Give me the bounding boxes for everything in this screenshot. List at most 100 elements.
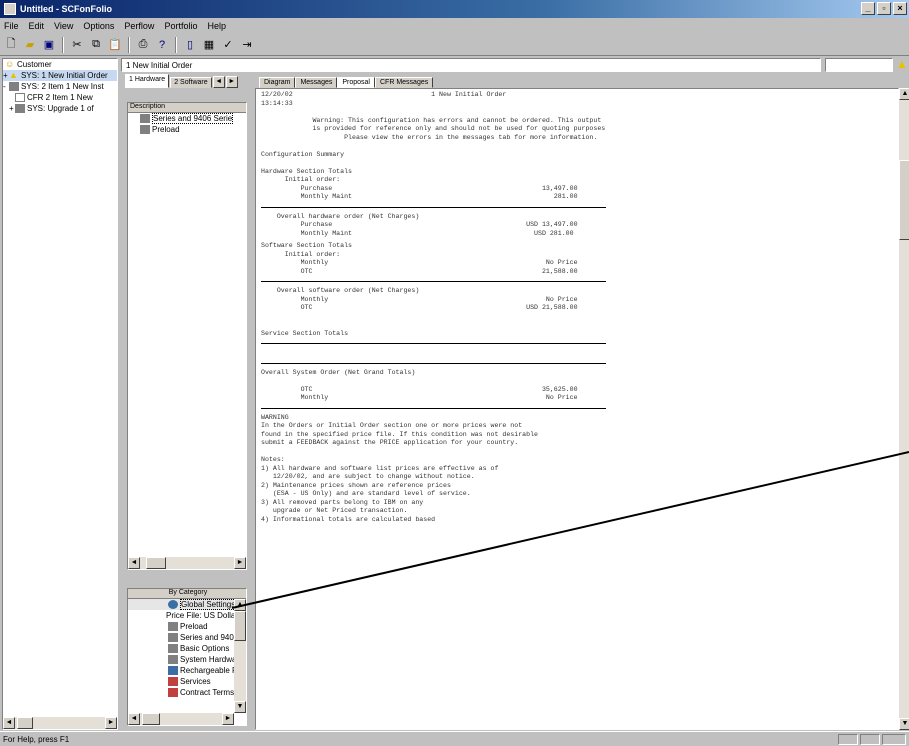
close-button[interactable]: × [893,2,907,15]
copy-icon[interactable]: ⧉ [88,37,104,53]
category-item-global-settings[interactable]: Global Settings [128,599,246,610]
hardware-icon [168,655,178,664]
scroll-track [140,713,222,725]
selection-path: 1 New Initial Order [121,58,821,72]
menu-portfolio[interactable]: Portfolio [164,21,197,31]
menu-options[interactable]: Options [83,21,114,31]
checkmark-icon[interactable]: ✓ [220,37,236,53]
menu-perflow[interactable]: Perflow [124,21,154,31]
item-tabs: 1 Hardware 2 Software ◄ ► [121,74,251,88]
category-item-preload[interactable]: Preload [128,621,246,632]
description-column-header[interactable]: Description [128,103,246,113]
check-icon[interactable]: ▯ [182,37,198,53]
category-item-rechargeable[interactable]: Rechargeable F [128,665,246,676]
tab-cfr-messages[interactable]: CFR Messages [375,77,434,88]
tab-software[interactable]: 2 Software [170,77,212,88]
description-horizontal-scrollbar[interactable]: ◄ ► [128,557,246,569]
status-text: For Help, press F1 [3,734,70,744]
scroll-down-button[interactable]: ▼ [899,718,909,730]
tree-item-system-1[interactable]: + ▲ SYS: 1 New Initial Order [3,70,117,81]
category-item-price-file[interactable]: Price File: US Dollars [128,610,246,621]
open-icon[interactable]: ▰ [22,37,38,53]
globe-icon [168,600,178,609]
menu-edit[interactable]: Edit [29,21,45,31]
document-icon [15,93,25,102]
menu-bar: File Edit View Options Perflow Portfolio… [0,18,909,34]
cut-icon[interactable]: ✂ [69,37,85,53]
scroll-thumb[interactable] [17,717,33,729]
toolbar-separator [62,36,64,53]
menu-file[interactable]: File [4,21,19,31]
server-icon [140,114,150,123]
tree-horizontal-scrollbar[interactable]: ◄ ► [3,717,117,729]
software-overall-block: Overall software order (Net Charges) Mon… [261,287,578,337]
server-icon [9,82,19,91]
tree-item-upgrade[interactable]: + SYS: Upgrade 1 of [3,103,117,114]
tab-diagram[interactable]: Diagram [259,77,296,88]
tab-proposal[interactable]: Proposal [337,77,375,88]
right-value-box [825,58,893,72]
category-vertical-scrollbar[interactable]: ▲ ▼ [234,599,246,713]
tree-item-label: SYS: Upgrade 1 of [27,104,94,113]
category-item-label: Rechargeable F [180,666,237,675]
save-icon[interactable]: ▣ [41,37,57,53]
minimize-button[interactable]: _ [861,2,875,15]
scroll-up-button[interactable]: ▲ [899,88,909,100]
scroll-left-button[interactable]: ◄ [128,557,140,569]
tab-hardware[interactable]: 1 Hardware [125,74,170,88]
scroll-thumb[interactable] [899,160,909,240]
category-horizontal-scrollbar[interactable]: ◄ ► [128,713,234,725]
section-divider [261,362,606,364]
scroll-down-button[interactable]: ▼ [234,701,246,713]
status-cell [860,734,880,745]
scroll-left-button[interactable]: ◄ [128,713,140,725]
status-bar: For Help, press F1 [0,731,909,746]
category-item-services[interactable]: Services [128,676,246,687]
category-item-basic-options[interactable]: Basic Options [128,643,246,654]
menu-view[interactable]: View [54,21,73,31]
tree-item-customer[interactable]: ☺ Customer [3,59,117,70]
help-icon[interactable]: ? [154,37,170,53]
scroll-thumb[interactable] [146,557,166,569]
category-item-label: Contract Terms [180,688,235,697]
menu-help[interactable]: Help [207,21,226,31]
category-item-series[interactable]: Series and 9406 [128,632,246,643]
scroll-right-button[interactable]: ► [105,717,117,729]
print-icon[interactable]: ⎙ [135,37,151,53]
title-bar: Untitled - SCFonFolio _ ▫ × [0,0,909,18]
new-icon[interactable]: 🗋 [3,37,19,53]
scroll-track [234,611,246,701]
scroll-left-button[interactable]: ◄ [3,717,15,729]
list-item[interactable]: Series and 9406 Serie [128,113,246,124]
category-header[interactable]: By Category [128,589,246,599]
tree-item-system-2[interactable]: - SYS: 2 Item 1 New Inst [3,81,117,92]
validate-icon[interactable]: ▦ [201,37,217,53]
category-item-label: Global Settings [180,599,237,610]
category-item-contract-terms[interactable]: Contract Terms [128,687,246,698]
tab-messages[interactable]: Messages [295,77,338,88]
list-item[interactable]: Preload [128,124,246,135]
warning-notes-block: WARNING In the Orders or Initial Order s… [261,413,538,523]
proposal-vertical-scrollbar[interactable]: ▲ ▼ [899,88,909,730]
rechargeable-icon [168,666,178,675]
paste-icon[interactable]: 📋 [107,37,123,53]
service-blank-block [256,347,898,360]
tree-item-cfr[interactable]: CFR 2 Item 1 New [3,92,117,103]
tab-scroll-left-button[interactable]: ◄ [212,76,225,88]
scroll-right-button[interactable]: ► [222,713,234,725]
scroll-track [140,557,234,569]
contract-icon [168,688,178,697]
preload-icon [140,125,150,134]
undo-icon[interactable]: ⇥ [239,37,255,53]
scroll-right-button[interactable]: ► [234,557,246,569]
tree-item-label: CFR 2 Item 1 New [27,93,93,102]
scroll-thumb[interactable] [234,611,246,641]
maximize-button[interactable]: ▫ [877,2,891,15]
scroll-up-button[interactable]: ▲ [234,599,246,611]
tab-scroll-right-button[interactable]: ► [225,76,238,88]
content-tabs: Diagram Messages Proposal CFR Messages [255,74,909,88]
scroll-thumb[interactable] [142,713,160,725]
server-icon [168,633,178,642]
category-item-system-hardware[interactable]: System Hardware [128,654,246,665]
services-icon [168,677,178,686]
